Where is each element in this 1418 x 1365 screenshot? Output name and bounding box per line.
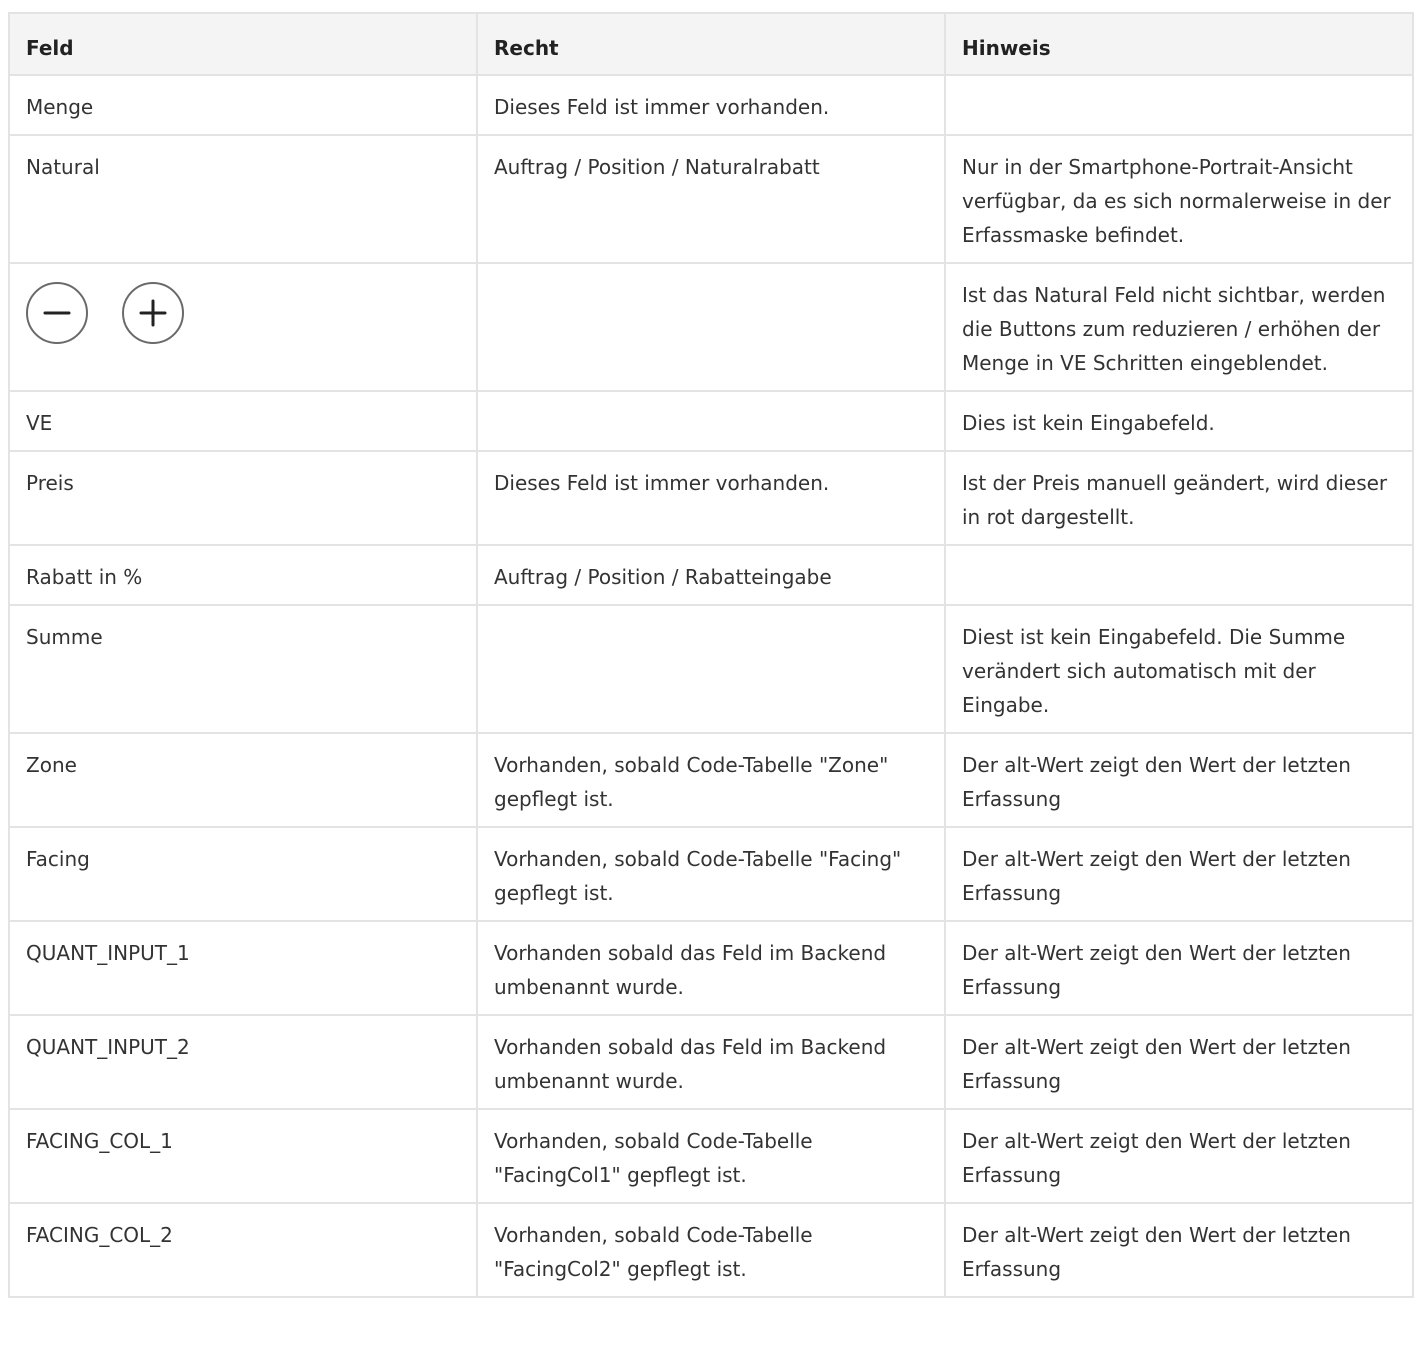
field-permissions-table: Feld Recht Hinweis Menge Dieses Feld ist…: [8, 12, 1414, 1298]
cell-hinweis: Der alt-Wert zeigt den Wert der letzten …: [944, 1202, 1414, 1298]
cell-recht: Auftrag / Position / Rabatteingabe: [476, 544, 946, 606]
table-row: Summe Diest ist kein Eingabefeld. Die Su…: [8, 604, 1414, 734]
table-row: FACING_COL_2 Vorhanden, sobald Code-Tabe…: [8, 1202, 1414, 1298]
cell-hinweis: Der alt-Wert zeigt den Wert der letzten …: [944, 1014, 1414, 1110]
table-row: Rabatt in % Auftrag / Position / Rabatte…: [8, 544, 1414, 606]
cell-hinweis: [944, 544, 1414, 606]
table-row: VE Dies ist kein Eingabefeld.: [8, 390, 1414, 452]
cell-recht: Auftrag / Position / Naturalrabatt: [476, 134, 946, 264]
cell-recht: Dieses Feld ist immer vorhanden.: [476, 74, 946, 136]
table-row: FACING_COL_1 Vorhanden, sobald Code-Tabe…: [8, 1108, 1414, 1204]
cell-recht: [476, 262, 946, 392]
table-row: QUANT_INPUT_1 Vorhanden sobald das Feld …: [8, 920, 1414, 1016]
table-row: Menge Dieses Feld ist immer vorhanden.: [8, 74, 1414, 136]
cell-recht: Vorhanden, sobald Code-Tabelle "FacingCo…: [476, 1108, 946, 1204]
cell-recht: Vorhanden sobald das Feld im Backend umb…: [476, 920, 946, 1016]
cell-hinweis: Der alt-Wert zeigt den Wert der letzten …: [944, 920, 1414, 1016]
cell-hinweis: Ist das Natural Feld nicht sichtbar, wer…: [944, 262, 1414, 392]
cell-hinweis: Nur in der Smartphone-Portrait-Ansicht v…: [944, 134, 1414, 264]
plus-circle-icon[interactable]: [122, 282, 184, 344]
cell-recht: [476, 390, 946, 452]
cell-feld: Zone: [8, 732, 478, 828]
cell-hinweis: [944, 74, 1414, 136]
cell-recht: Vorhanden, sobald Code-Tabelle "Facing" …: [476, 826, 946, 922]
cell-feld: QUANT_INPUT_2: [8, 1014, 478, 1110]
table-header-row: Feld Recht Hinweis: [8, 12, 1414, 76]
cell-hinweis: Der alt-Wert zeigt den Wert der letzten …: [944, 732, 1414, 828]
header-recht: Recht: [476, 12, 946, 76]
cell-feld: FACING_COL_2: [8, 1202, 478, 1298]
cell-feld: Preis: [8, 450, 478, 546]
cell-hinweis: Diest ist kein Eingabefeld. Die Summe ve…: [944, 604, 1414, 734]
table-row: Ist das Natural Feld nicht sichtbar, wer…: [8, 262, 1414, 392]
cell-recht: Vorhanden sobald das Feld im Backend umb…: [476, 1014, 946, 1110]
table-row: QUANT_INPUT_2 Vorhanden sobald das Feld …: [8, 1014, 1414, 1110]
minus-circle-icon[interactable]: [26, 282, 88, 344]
cell-hinweis: Ist der Preis manuell geändert, wird die…: [944, 450, 1414, 546]
table-row: Facing Vorhanden, sobald Code-Tabelle "F…: [8, 826, 1414, 922]
table-row: Natural Auftrag / Position / Naturalraba…: [8, 134, 1414, 264]
cell-feld: Menge: [8, 74, 478, 136]
cell-recht: [476, 604, 946, 734]
header-hinweis: Hinweis: [944, 12, 1414, 76]
table-row: Preis Dieses Feld ist immer vorhanden. I…: [8, 450, 1414, 546]
cell-feld: FACING_COL_1: [8, 1108, 478, 1204]
cell-feld-buttons: [8, 262, 478, 392]
cell-recht: Vorhanden, sobald Code-Tabelle "FacingCo…: [476, 1202, 946, 1298]
cell-feld: VE: [8, 390, 478, 452]
cell-feld: Rabatt in %: [8, 544, 478, 606]
table-row: Zone Vorhanden, sobald Code-Tabelle "Zon…: [8, 732, 1414, 828]
cell-recht: Vorhanden, sobald Code-Tabelle "Zone" ge…: [476, 732, 946, 828]
cell-feld: Summe: [8, 604, 478, 734]
table-container: Feld Recht Hinweis Menge Dieses Feld ist…: [8, 12, 1414, 1298]
cell-hinweis: Dies ist kein Eingabefeld.: [944, 390, 1414, 452]
cell-feld: Facing: [8, 826, 478, 922]
cell-feld: QUANT_INPUT_1: [8, 920, 478, 1016]
cell-hinweis: Der alt-Wert zeigt den Wert der letzten …: [944, 826, 1414, 922]
cell-feld: Natural: [8, 134, 478, 264]
cell-recht: Dieses Feld ist immer vorhanden.: [476, 450, 946, 546]
quantity-stepper: [26, 278, 460, 344]
cell-hinweis: Der alt-Wert zeigt den Wert der letzten …: [944, 1108, 1414, 1204]
header-feld: Feld: [8, 12, 478, 76]
